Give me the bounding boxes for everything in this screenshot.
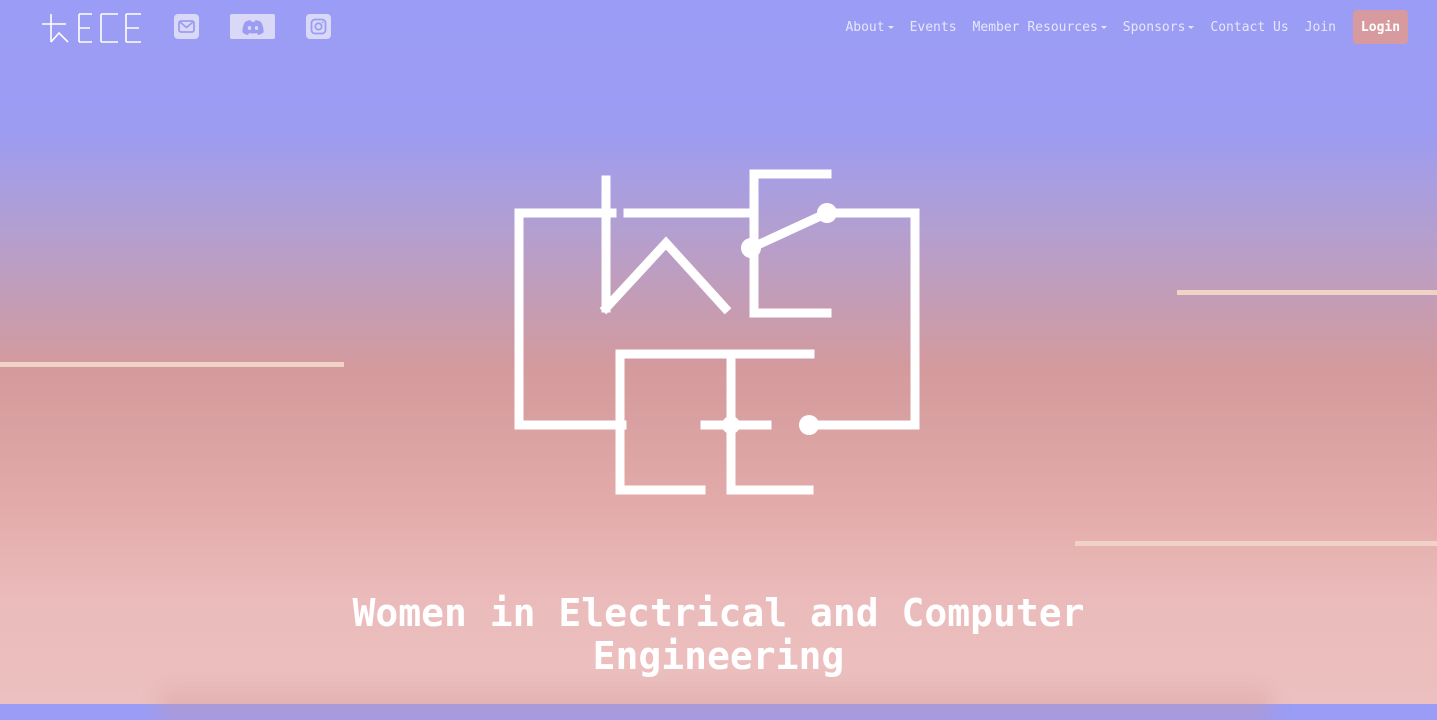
decorative-line-right-top <box>1177 290 1437 295</box>
caret-down-icon <box>1100 25 1107 29</box>
nav-events[interactable]: Events <box>910 20 957 35</box>
hero-headline: Women in Electrical and Computer Enginee… <box>0 592 1437 678</box>
top-navbar: About Events Member Resources Sponsors C… <box>0 0 1437 54</box>
login-button[interactable]: Login <box>1353 10 1408 44</box>
nav-join-label: Join <box>1304 19 1336 35</box>
hero-headline-line1: Women in Electrical and Computer <box>352 591 1085 635</box>
email-link[interactable] <box>174 14 199 39</box>
hero-headline-line2: Engineering <box>592 634 845 678</box>
discord-link[interactable] <box>230 14 275 39</box>
wece-brand-logo[interactable] <box>42 13 142 44</box>
decorative-line-right-bottom <box>1075 541 1437 546</box>
nav-about-label: About <box>845 19 885 35</box>
nav-sponsors[interactable]: Sponsors <box>1123 20 1195 35</box>
discord-icon <box>241 19 264 35</box>
wece-hero-logo <box>514 169 920 495</box>
nav-member-resources[interactable]: Member Resources <box>973 20 1107 35</box>
nav-events-label: Events <box>909 19 957 35</box>
caret-down-icon <box>1188 25 1195 29</box>
caret-down-icon <box>887 25 894 29</box>
nav-contact-us-label: Contact Us <box>1210 19 1289 35</box>
nav-contact-us[interactable]: Contact Us <box>1210 20 1288 35</box>
nav-sponsors-label: Sponsors <box>1122 19 1186 35</box>
content-card-shadow <box>160 690 1270 720</box>
mail-icon <box>178 20 195 33</box>
nav-member-resources-label: Member Resources <box>972 19 1098 35</box>
instagram-icon <box>310 18 327 35</box>
decorative-line-left <box>0 362 344 367</box>
nav-join[interactable]: Join <box>1305 20 1336 35</box>
main-menu: About Events Member Resources Sponsors C… <box>829 10 1408 44</box>
instagram-link[interactable] <box>306 14 331 39</box>
nav-about[interactable]: About <box>845 19 894 35</box>
